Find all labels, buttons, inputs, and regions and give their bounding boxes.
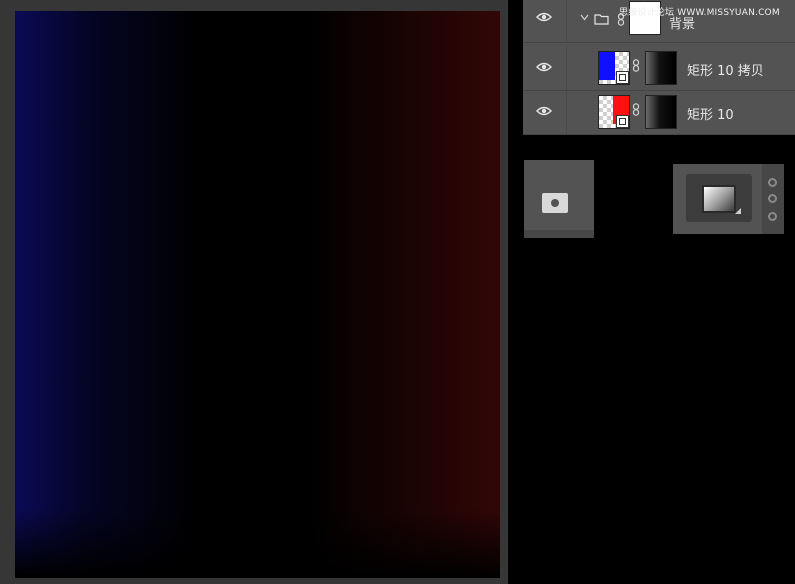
layer-mask-thumbnail[interactable] (645, 51, 677, 85)
folder-icon (594, 14, 609, 25)
adjustment-snippet (673, 164, 784, 234)
layer-name[interactable]: 矩形 10 (687, 104, 734, 123)
layer-row[interactable]: 矩形 10 拷贝 (523, 46, 795, 91)
layer-row[interactable]: 矩形 10 (523, 90, 795, 135)
link-icon[interactable] (632, 59, 640, 72)
thumbnail-fill-blue (599, 52, 615, 80)
side-strip (762, 164, 784, 234)
link-icon[interactable] (632, 103, 640, 116)
circle-icon (768, 178, 777, 187)
layer-thumbnail[interactable] (598, 51, 630, 85)
gradient-fill-icon (702, 185, 736, 213)
watermark-text: 思缘设计论坛 WWW.MISSYUAN.COM (619, 8, 780, 18)
shape-badge-icon (616, 71, 629, 84)
canvas-gradient (15, 11, 500, 578)
shape-badge-icon (616, 115, 629, 128)
canvas-bottom-shade (15, 508, 500, 578)
document-window (0, 0, 508, 584)
eye-icon[interactable] (536, 106, 552, 116)
layer-thumbnail[interactable] (598, 95, 630, 129)
circle-icon (768, 212, 777, 221)
canvas[interactable] (15, 11, 500, 578)
eye-icon[interactable] (536, 62, 552, 72)
eye-icon[interactable] (536, 12, 552, 22)
add-mask-snippet (524, 160, 594, 238)
panel-bottom-bar (524, 230, 594, 238)
layers-panel: 背景 思缘设计论坛 WWW.MISSYUAN.COM 矩形 10 拷贝 矩形 1… (523, 0, 795, 135)
circle-icon (768, 194, 777, 203)
layer-group-row[interactable]: 背景 思缘设计论坛 WWW.MISSYUAN.COM (523, 0, 795, 43)
layer-mask-thumbnail[interactable] (645, 95, 677, 129)
add-mask-icon[interactable] (542, 193, 568, 213)
layer-name[interactable]: 矩形 10 拷贝 (687, 60, 764, 79)
chevron-down-icon[interactable] (580, 14, 589, 21)
flyout-triangle-icon (735, 208, 741, 214)
